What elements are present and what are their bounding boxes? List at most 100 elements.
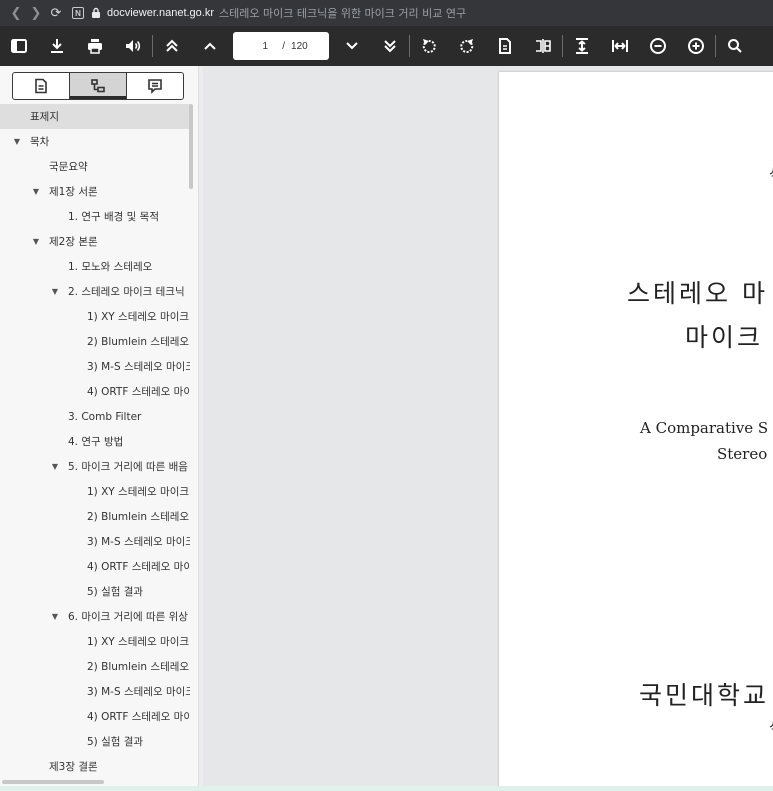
outline-item[interactable]: 표제지	[0, 104, 190, 129]
outline-tree-icon	[91, 79, 105, 93]
outline-item-label: 2. 스테레오 마이크 테크닉	[68, 286, 185, 298]
outline-item-label: 목차	[30, 136, 50, 148]
fit-height-icon[interactable]	[563, 26, 601, 66]
first-page-icon[interactable]	[153, 26, 191, 66]
outline-item[interactable]: 5) 실험 결과	[0, 729, 190, 754]
page-english-title-line1: A Comparative S	[640, 419, 769, 437]
outline-item[interactable]: ▼ 제1장 서론	[0, 179, 190, 204]
page-number-input[interactable]: 1 / 120	[233, 32, 329, 60]
outline-item[interactable]: 제3장 결론	[0, 754, 190, 779]
reload-icon[interactable]: ⟳	[46, 3, 66, 23]
outline-item[interactable]: ▼ 2. 스테레오 마이크 테크닉	[0, 279, 190, 304]
current-page-value[interactable]: 1	[254, 41, 276, 52]
outline-item[interactable]: ▼ 5. 마이크 거리에 따른 배음	[0, 454, 190, 479]
document-viewer[interactable]: 석 스테레오 마 마이크 A Comparative S Stereo 국민대학…	[203, 66, 773, 791]
outline-item[interactable]: ▼ 목차	[0, 129, 190, 154]
vertical-scrollbar[interactable]	[189, 104, 193, 189]
outline-item-label: 5. 마이크 거리에 따른 배음	[68, 461, 188, 473]
zoom-out-icon[interactable]	[639, 26, 677, 66]
single-page-icon[interactable]	[486, 26, 524, 66]
outline-item[interactable]: 3) M-S 스테레오 마이크	[0, 529, 190, 554]
sidebar-tab-group	[12, 72, 184, 100]
rotate-left-icon[interactable]	[410, 26, 448, 66]
search-icon[interactable]	[716, 26, 754, 66]
site-info-icon[interactable]: N	[72, 7, 84, 19]
expand-caret-icon[interactable]: ▼	[50, 612, 60, 621]
horizontal-scrollbar[interactable]	[2, 780, 104, 784]
expand-caret-icon[interactable]: ▼	[50, 462, 60, 471]
outline-item-label: 제2장 본론	[49, 236, 98, 248]
expand-caret-icon[interactable]: ▼	[50, 287, 60, 296]
outline-item[interactable]: 1. 연구 배경 및 목적	[0, 204, 190, 229]
total-pages-value: 120	[291, 40, 308, 52]
page-english-title-line2: Stereo	[717, 445, 768, 463]
outline-item-label: 3) M-S 스테레오 마이크	[87, 536, 190, 548]
page-bottom-glyph: 석	[769, 717, 773, 737]
lock-icon[interactable]	[90, 7, 102, 19]
expand-caret-icon[interactable]: ▼	[31, 187, 41, 196]
rotate-right-icon[interactable]	[448, 26, 486, 66]
print-icon[interactable]	[76, 26, 114, 66]
outline-item[interactable]: 1) XY 스테레오 마이크	[0, 479, 190, 504]
outline-item-label: 6. 마이크 거리에 따른 위상	[68, 611, 188, 623]
outline-item[interactable]: 국문요약	[0, 154, 190, 179]
annotations-tab[interactable]	[127, 73, 183, 99]
two-page-icon[interactable]	[524, 26, 562, 66]
outline-item-label: 4) ORTF 스테레오 마이	[87, 561, 190, 573]
outline-item[interactable]: 4) ORTF 스테레오 마이	[0, 554, 190, 579]
fit-width-icon[interactable]	[601, 26, 639, 66]
read-aloud-icon[interactable]	[114, 26, 152, 66]
outline-tab[interactable]	[70, 73, 127, 99]
thumbnails-icon	[35, 78, 47, 94]
outline-item[interactable]: 5) 실험 결과	[0, 579, 190, 604]
page-separator: /	[282, 40, 286, 52]
browser-address-bar: ❮ ❯ ⟳ N docviewer.nanet.go.kr 스테레오 마이크 테…	[0, 0, 773, 26]
outline-item[interactable]: 4. 연구 방법	[0, 429, 190, 454]
outline-item[interactable]: 1. 모노와 스테레오	[0, 254, 190, 279]
prev-page-icon[interactable]	[191, 26, 229, 66]
outline-item-label: 2) Blumlein 스테레오 마	[87, 336, 190, 348]
page-university-name: 국민대학교	[639, 681, 770, 710]
zoom-in-icon[interactable]	[677, 26, 715, 66]
outline-item-label: 1) XY 스테레오 마이크	[87, 486, 190, 498]
thumbnails-tab[interactable]	[13, 73, 70, 99]
outline-item[interactable]: 2) Blumlein 스테레오 마	[0, 504, 190, 529]
back-arrow-icon[interactable]: ❮	[6, 3, 26, 23]
outline-item[interactable]: 4) ORTF 스테레오 마이	[0, 379, 190, 404]
url-page-title[interactable]: 스테레오 마이크 테크닉을 위한 마이크 거리 비교 연구	[219, 5, 466, 21]
outline-item-label: 1. 연구 배경 및 목적	[68, 211, 159, 223]
outline-item[interactable]: 2) Blumlein 스테레오 마	[0, 329, 190, 354]
outline-item-label: 5) 실험 결과	[87, 586, 144, 598]
forward-arrow-icon[interactable]: ❯	[26, 3, 46, 23]
outline-item[interactable]: 3. Comb Filter	[0, 404, 190, 429]
outline-item[interactable]: 3) M-S 스테레오 마이크	[0, 679, 190, 704]
url-host[interactable]: docviewer.nanet.go.kr	[107, 7, 214, 19]
outline-item-label: 국문요약	[49, 161, 88, 173]
outline-item[interactable]: 3) M-S 스테레오 마이크	[0, 354, 190, 379]
sidebar-toggle-icon[interactable]	[0, 26, 38, 66]
outline-item-label: 제3장 결론	[49, 761, 98, 773]
outline-item[interactable]: 4) ORTF 스테레오 마이	[0, 704, 190, 729]
page-korean-title-line1: 스테레오 마	[627, 279, 768, 308]
outline-item[interactable]: 1) XY 스테레오 마이크	[0, 304, 190, 329]
outline-item-label: 5) 실험 결과	[87, 736, 144, 748]
expand-caret-icon[interactable]: ▼	[12, 137, 22, 146]
outline-item-label: 4. 연구 방법	[68, 436, 124, 448]
expand-caret-icon[interactable]: ▼	[31, 237, 41, 246]
page-top-glyph: 석	[769, 164, 773, 184]
outline-item-label: 1) XY 스테레오 마이크	[87, 311, 190, 323]
outline-item[interactable]: ▼ 6. 마이크 거리에 따른 위상	[0, 604, 190, 629]
outline-item[interactable]: ▼ 제2장 본론	[0, 229, 190, 254]
last-page-icon[interactable]	[371, 26, 409, 66]
download-icon[interactable]	[38, 26, 76, 66]
outline-item-label: 표제지	[30, 111, 59, 123]
outline-item-label: 3. Comb Filter	[68, 410, 142, 423]
outline-item[interactable]: 1) XY 스테레오 마이크	[0, 629, 190, 654]
outline-item[interactable]: 2) Blumlein 스테레오 마	[0, 654, 190, 679]
outline-item-label: 제1장 서론	[49, 186, 98, 198]
outline-item-label: 1) XY 스테레오 마이크	[87, 636, 190, 648]
page-korean-title-line2: 마이크	[685, 323, 764, 352]
next-page-icon[interactable]	[333, 26, 371, 66]
outline-sidebar: 표제지 ▼ 목차국문요약 ▼ 제1장 서론 1. 연구 배경 및 목적 ▼ 제2장 본론 1. …	[0, 66, 198, 791]
outline-item-label: 3) M-S 스테레오 마이크	[87, 361, 190, 373]
